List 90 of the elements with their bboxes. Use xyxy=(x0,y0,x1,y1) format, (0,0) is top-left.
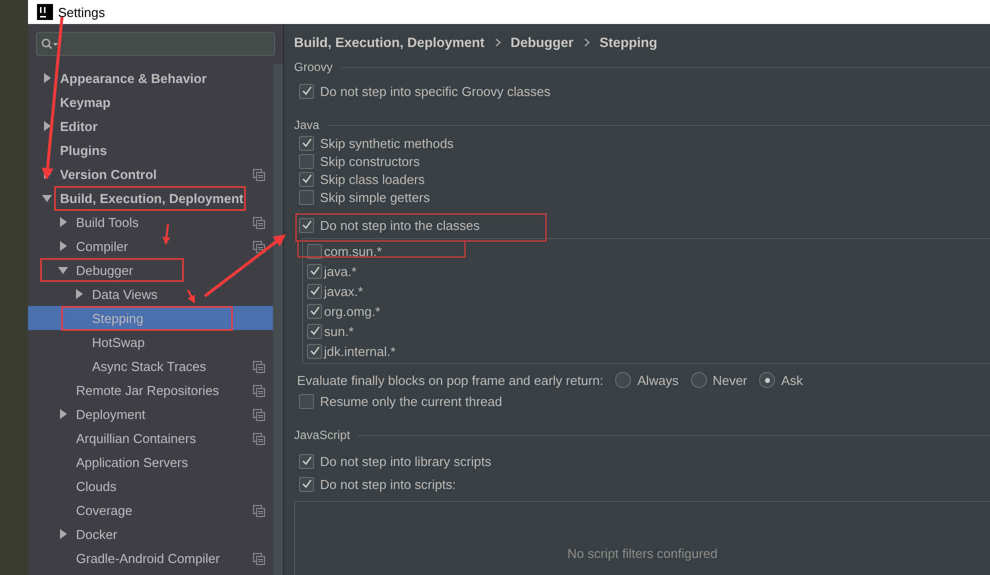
checkbox[interactable] xyxy=(307,344,322,358)
checkbox[interactable] xyxy=(307,324,322,338)
checkbox[interactable] xyxy=(307,244,322,258)
tree-item[interactable]: Keymap xyxy=(28,90,273,114)
project-settings-icon xyxy=(253,409,265,421)
search-field[interactable] xyxy=(36,32,275,56)
expand-arrow-icon[interactable] xyxy=(42,121,52,131)
checkbox[interactable] xyxy=(299,476,314,492)
expand-arrow-icon[interactable] xyxy=(58,241,68,251)
checkbox[interactable] xyxy=(299,172,314,186)
checkbox-option[interactable]: Skip synthetic methods xyxy=(299,134,990,152)
tree-item[interactable]: Build, Execution, Deployment xyxy=(28,186,273,210)
tree-item[interactable]: Remote Jar Repositories xyxy=(28,378,273,402)
breadcrumb-item: Build, Execution, Deployment xyxy=(294,34,485,50)
project-settings-icon xyxy=(253,361,265,373)
tree-item[interactable]: Deployment xyxy=(28,402,273,426)
radio-group-label: Evaluate finally blocks on pop frame and early return: xyxy=(297,372,604,388)
section-title: Groovy xyxy=(294,60,333,74)
checkbox[interactable] xyxy=(299,190,314,204)
project-settings-icon xyxy=(253,385,265,397)
radio-option[interactable]: Ask xyxy=(759,372,803,388)
radio-button[interactable] xyxy=(759,372,776,388)
chevron-icon xyxy=(494,38,501,46)
search-icon xyxy=(41,38,59,50)
tree-item[interactable]: Editor xyxy=(28,114,273,138)
expand-arrow-icon[interactable] xyxy=(74,289,84,299)
checkbox[interactable] xyxy=(307,264,322,278)
tree-item[interactable]: Data Views xyxy=(28,282,273,306)
checkbox[interactable] xyxy=(299,84,314,98)
checkbox[interactable] xyxy=(299,218,314,232)
checkbox-option[interactable]: Resume only the current thread xyxy=(299,392,990,410)
class-filter-item[interactable]: com.sun.* xyxy=(307,241,990,261)
class-filter-item[interactable]: sun.* xyxy=(307,321,990,341)
tree-item[interactable]: Async Stack Traces xyxy=(28,354,273,378)
annotation-arrow xyxy=(162,224,170,245)
tree-item[interactable]: Arquillian Containers xyxy=(28,426,273,450)
section-title: Java xyxy=(294,118,320,132)
app-icon xyxy=(37,4,53,20)
project-settings-icon xyxy=(253,505,265,517)
collapse-arrow-icon[interactable] xyxy=(42,193,52,203)
project-settings-icon xyxy=(253,217,265,229)
checkbox[interactable] xyxy=(307,304,322,318)
class-filter-item[interactable]: org.omg.* xyxy=(307,301,990,321)
checkbox[interactable] xyxy=(307,284,322,298)
breadcrumb-item: Debugger xyxy=(510,34,574,50)
annotation-arrow xyxy=(187,290,195,304)
project-settings-icon xyxy=(253,553,265,565)
class-filter-item[interactable]: jdk.internal.* xyxy=(307,341,990,361)
tree-item[interactable]: Docker xyxy=(28,522,273,546)
section-title: JavaScript xyxy=(294,428,350,442)
project-settings-icon xyxy=(253,241,265,253)
checkbox-option[interactable]: Do not step into library scripts xyxy=(299,452,990,470)
project-settings-icon xyxy=(253,433,265,445)
breadcrumb-item: Stepping xyxy=(600,34,658,50)
expand-arrow-icon[interactable] xyxy=(58,529,68,539)
checkbox-option[interactable]: Skip simple getters xyxy=(299,188,990,206)
checkbox[interactable] xyxy=(299,394,314,408)
scrollbar[interactable] xyxy=(273,64,283,575)
collapse-arrow-icon[interactable] xyxy=(58,265,68,275)
tree-item[interactable]: Build Tools xyxy=(28,210,273,234)
tree-item[interactable]: Coverage xyxy=(28,498,273,522)
checkbox-option[interactable]: Do not step into specific Groovy classes xyxy=(299,82,990,100)
radio-option[interactable]: Always xyxy=(615,372,679,388)
checkbox-option[interactable]: Skip class loaders xyxy=(299,170,990,188)
radio-button[interactable] xyxy=(615,372,632,388)
tree-item[interactable]: Debugger xyxy=(28,258,273,282)
class-filter-item[interactable]: java.* xyxy=(307,261,990,281)
tree-item[interactable]: Appearance & Behavior xyxy=(28,66,273,90)
window-title: Settings xyxy=(58,4,105,20)
checkbox[interactable] xyxy=(299,154,314,168)
project-settings-icon xyxy=(253,169,265,181)
tree-item[interactable]: Compiler xyxy=(28,234,273,258)
tree-item[interactable]: Gradle-Android Compiler xyxy=(28,546,273,570)
radio-button[interactable] xyxy=(690,372,707,388)
expand-arrow-icon[interactable] xyxy=(42,73,52,83)
checkbox-option[interactable]: Skip constructors xyxy=(299,152,990,170)
tree-item[interactable]: HotSwap xyxy=(28,330,273,354)
expand-arrow-icon[interactable] xyxy=(58,409,68,419)
expand-arrow-icon[interactable] xyxy=(58,217,68,227)
tree-item[interactable]: Application Servers xyxy=(28,450,273,474)
chevron-icon xyxy=(584,38,590,46)
checkbox-option[interactable]: Do not step into scripts: xyxy=(299,475,990,493)
radio-option[interactable]: Never xyxy=(690,372,748,388)
checkbox[interactable] xyxy=(299,454,314,468)
checkbox-option[interactable]: Do not step into the classes xyxy=(299,206,990,238)
checkbox[interactable] xyxy=(299,136,314,150)
tree-item[interactable]: Clouds xyxy=(28,474,273,498)
tree-item[interactable]: Plugins xyxy=(28,138,273,162)
empty-list-message: No script filters configured xyxy=(567,546,718,561)
class-filter-item[interactable]: javax.* xyxy=(307,281,990,301)
